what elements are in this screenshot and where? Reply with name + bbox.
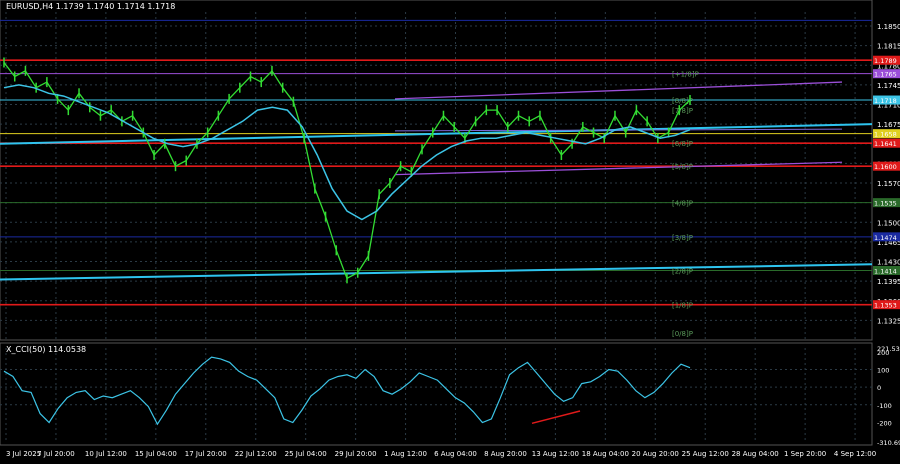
level-label: 1.1765 <box>874 71 897 79</box>
murrey-label: [3/8]P <box>672 234 693 242</box>
level-label: 1.1414 <box>874 267 897 275</box>
y-tick-label: 1.1325 <box>877 317 900 325</box>
level-label: 1.1789 <box>874 57 897 65</box>
murrey-label: [7/8]P <box>672 107 693 115</box>
x-tick-label: 20 Aug 20:00 <box>632 450 679 458</box>
level-label: 1.1600 <box>874 163 897 171</box>
murrey-label: [6/8]P <box>672 140 693 148</box>
cci-tick-label: 100 <box>877 366 889 374</box>
x-tick-label: 18 Aug 04:00 <box>582 450 629 458</box>
y-tick-label: 1.1430 <box>877 259 900 267</box>
x-tick-label: 4 Sep 12:00 <box>834 450 876 458</box>
x-tick-label: 25 Aug 12:00 <box>682 450 729 458</box>
x-tick-label: 22 Jul 12:00 <box>235 450 277 458</box>
cci-panel-frame <box>0 342 873 446</box>
x-tick-label: 10 Jul 12:00 <box>85 450 127 458</box>
chart-window: 3 Jul 2025 7 Jul 20:00 10 Jul 12:00 15 Jul … <box>0 0 900 460</box>
divergence-line <box>531 410 581 425</box>
murrey-label: [4/8]P <box>672 200 693 208</box>
x-tick-label: 3 Jul 2025 <box>6 450 41 458</box>
y-tick-label: 1.1500 <box>877 219 900 227</box>
chart-canvas: 3 Jul 20257 Jul 20:00 10 Jul 12:00 15 Jul … <box>0 0 900 458</box>
trend-line-long <box>0 263 873 281</box>
level-label: 1.1353 <box>874 302 897 310</box>
level-label: 1.1535 <box>874 200 897 208</box>
price-series <box>3 62 691 280</box>
cci-tick-label: -200 <box>877 419 892 427</box>
y-tick-label: 1.1745 <box>877 82 900 90</box>
murrey-label: [1/8]P <box>672 302 693 310</box>
murrey-label: [0/8]P <box>672 330 693 338</box>
cci-tick-label: -310.6910 <box>877 439 900 447</box>
x-tick-label: 7 Jul 20:00 <box>37 450 75 458</box>
cci-tick-label: 0 <box>877 384 881 392</box>
level-label: 1.1658 <box>874 131 897 139</box>
price-panel-frame <box>0 0 873 341</box>
cci-tick-label: -100 <box>877 402 892 410</box>
level-label: 1.1641 <box>874 140 897 148</box>
indicator-header: X_CCI(50) 114.0538 <box>6 345 87 354</box>
y-tick-label: 1.1850 <box>877 23 900 31</box>
murrey-label: [2/8]P <box>672 267 693 275</box>
x-tick-label: 1 Sep 20:00 <box>784 450 826 458</box>
cci-series <box>3 356 691 426</box>
moving-average <box>3 84 691 221</box>
x-tick-label: 6 Aug 04:00 <box>434 450 477 458</box>
symbol-header: EURUSD,H4 1.1739 1.1740 1.1714 1.1718 <box>6 2 176 11</box>
x-tick-label: 17 Jul 20:00 <box>185 450 227 458</box>
x-tick-label: 28 Aug 04:00 <box>732 450 779 458</box>
x-tick-label: 25 Jul 04:00 <box>285 450 327 458</box>
x-tick-label: 15 Jul 04:00 <box>135 450 177 458</box>
x-tick-label: 13 Aug 12:00 <box>532 450 579 458</box>
level-label: 1.1474 <box>874 234 897 242</box>
y-tick-label: 1.1675 <box>877 121 900 129</box>
murrey-label: [5/8]P <box>672 163 693 171</box>
x-tick-label: 8 Aug 20:00 <box>484 450 527 458</box>
x-tick-label: 1 Aug 12:00 <box>384 450 427 458</box>
y-tick-label: 1.1570 <box>877 180 900 188</box>
y-tick-label: 1.1395 <box>877 278 900 286</box>
x-tick-label: 29 Jul 20:00 <box>335 450 377 458</box>
level-label: 1.1718 <box>874 97 897 105</box>
channel-upper <box>394 81 843 100</box>
y-tick-label: 1.1815 <box>877 43 900 51</box>
murrey-label: [+1/8]P <box>672 71 699 79</box>
cci-tick-label: 200 <box>877 349 889 357</box>
channel-lower <box>394 161 843 176</box>
